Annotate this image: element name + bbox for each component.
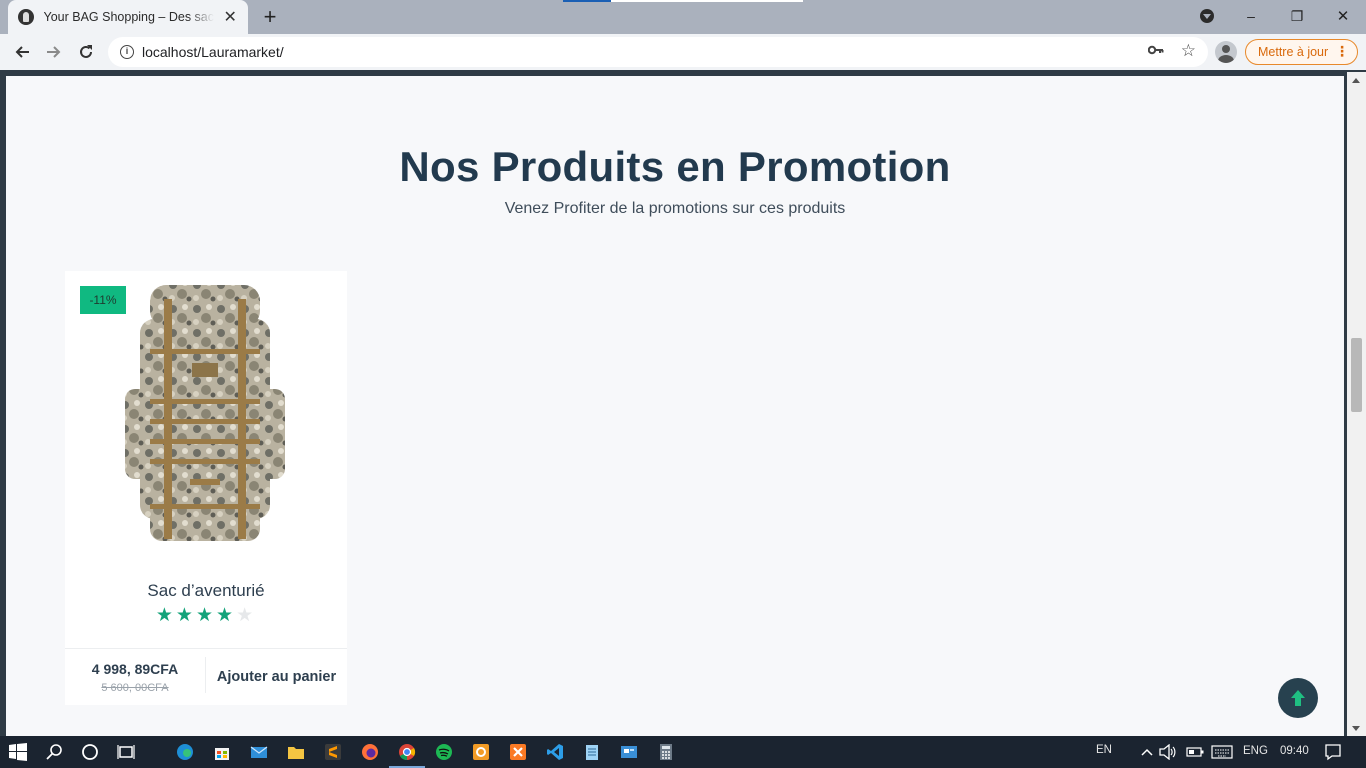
star-icon: ★ — [195, 605, 217, 626]
notepad-icon[interactable] — [582, 742, 602, 762]
show-hidden-icons-icon[interactable] — [1137, 742, 1157, 762]
arrow-up-icon — [1291, 690, 1305, 706]
reload-button[interactable] — [72, 38, 100, 66]
url-text: localhost/Lauramarket/ — [142, 44, 284, 60]
menu-dots-icon[interactable]: ⋮ — [1335, 43, 1349, 60]
vscode-icon[interactable] — [545, 742, 565, 762]
star-icon: ★ — [155, 605, 176, 626]
tab-strip-indicator — [563, 0, 803, 2]
price-block: 4 998, 89CFA 5 600, 00CFA — [65, 649, 205, 705]
edge-icon[interactable] — [175, 742, 195, 762]
battery-icon[interactable] — [1185, 742, 1205, 762]
key-icon[interactable] — [1147, 43, 1164, 59]
scroll-up-icon[interactable] — [1352, 78, 1360, 83]
add-to-cart-button[interactable]: Ajouter au panier — [206, 649, 347, 705]
chrome-icon[interactable] — [397, 742, 417, 762]
spotify-icon[interactable] — [434, 742, 454, 762]
price-current: 4 998, 89CFA — [91, 661, 179, 677]
search-icon[interactable] — [45, 742, 65, 762]
keyboard-icon[interactable] — [1211, 742, 1233, 762]
sublime-merge-icon[interactable] — [471, 742, 491, 762]
back-arrow-icon — [15, 46, 29, 58]
page-frame: Nos Produits en Promotion Venez Profiter… — [0, 70, 1366, 736]
tab-close-icon[interactable]: ✕ — [222, 7, 238, 27]
discount-badge: -11% — [80, 286, 126, 314]
windows-start-icon[interactable] — [8, 742, 28, 762]
restore-button[interactable]: ❐ — [1274, 0, 1320, 32]
control-panel-icon[interactable] — [619, 742, 639, 762]
store-icon[interactable] — [212, 742, 232, 762]
back-button[interactable] — [8, 38, 36, 66]
scroll-thumb[interactable] — [1351, 338, 1362, 412]
windows-taskbar: EN ENG 09:40 — [0, 736, 1366, 768]
back-to-top-button[interactable] — [1278, 678, 1318, 718]
browser-tabbar: Your BAG Shopping – Des sacs pour tous ✕… — [0, 0, 1366, 34]
section-title: Nos Produits en Promotion — [399, 143, 951, 190]
input-language[interactable]: EN — [1096, 744, 1112, 756]
firefox-icon[interactable] — [360, 742, 380, 762]
scroll-down-icon[interactable] — [1352, 726, 1360, 731]
tab-search-icon[interactable] — [1200, 9, 1214, 23]
update-button[interactable]: Mettre à jour ⋮ — [1245, 39, 1358, 65]
forward-arrow-icon — [47, 46, 61, 58]
bookmark-star-icon[interactable]: ☆ — [1181, 41, 1196, 61]
close-window-button[interactable]: ✕ — [1320, 0, 1366, 32]
minimize-button[interactable]: – — [1228, 0, 1274, 32]
price-original: 5 600, 00CFA — [101, 682, 169, 694]
profile-avatar[interactable] — [1215, 41, 1237, 63]
notifications-icon[interactable] — [1323, 742, 1343, 762]
sublime-text-icon[interactable] — [323, 742, 343, 762]
camo-backpack-image[interactable] — [120, 279, 290, 549]
forward-button[interactable] — [40, 38, 68, 66]
star-icon: ★ — [216, 605, 237, 626]
page-scrollbar[interactable] — [1347, 72, 1366, 736]
volume-icon[interactable] — [1158, 742, 1178, 762]
site-favicon-icon — [18, 9, 34, 25]
task-view-icon[interactable] — [116, 742, 136, 762]
file-explorer-icon[interactable] — [286, 742, 306, 762]
xampp-icon[interactable] — [508, 742, 528, 762]
mail-icon[interactable] — [249, 742, 269, 762]
star-empty-icon: ★ — [236, 605, 257, 626]
address-bar[interactable]: i localhost/Lauramarket/ ☆ — [108, 37, 1208, 67]
update-label: Mettre à jour — [1258, 45, 1329, 59]
calculator-icon[interactable] — [656, 742, 676, 762]
clock-time[interactable]: 09:40 — [1280, 745, 1309, 757]
section-subtitle: Venez Profiter de la promotions sur ces … — [504, 200, 846, 217]
browser-tab[interactable]: Your BAG Shopping – Des sacs pour tous ✕ — [8, 0, 248, 34]
star-icon: ★ — [175, 605, 196, 626]
product-card[interactable]: -11% Sac d’aventurié ★★★★★ 4 998, 89CFA … — [65, 271, 347, 705]
tab-title: Your BAG Shopping – Des sacs pour tous — [43, 10, 215, 24]
new-tab-button[interactable]: + — [258, 4, 282, 30]
reload-icon — [80, 45, 92, 58]
cortana-icon[interactable] — [80, 742, 100, 762]
browser-toolbar: i localhost/Lauramarket/ ☆ Mettre à jour… — [0, 34, 1366, 70]
keyboard-layout[interactable]: ENG — [1243, 745, 1268, 757]
site-info-icon[interactable]: i — [120, 45, 134, 59]
rating-stars: ★★★★★ — [65, 604, 347, 627]
page-content: Nos Produits en Promotion Venez Profiter… — [6, 76, 1344, 736]
product-name[interactable]: Sac d’aventurié — [65, 581, 347, 601]
